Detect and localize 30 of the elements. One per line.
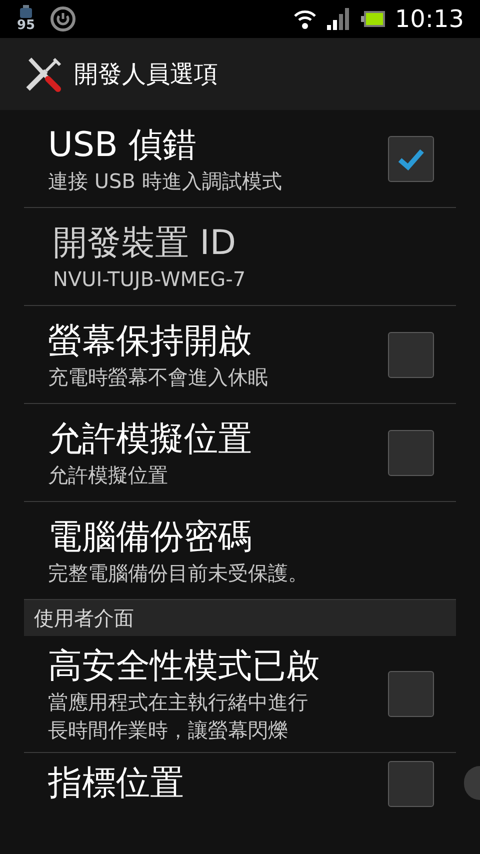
setting-summary: 當應用程式在主執行緒中進行 <box>48 689 309 716</box>
signal-icon <box>326 8 351 30</box>
checkbox[interactable] <box>388 332 434 378</box>
check-icon <box>397 146 425 170</box>
checkbox[interactable] <box>388 136 434 182</box>
setting-title[interactable]: 開發裝置 ID <box>53 220 434 264</box>
tools-icon <box>24 55 62 93</box>
setting-title[interactable]: 允許模擬位置 <box>48 416 388 460</box>
badge-count: 95 <box>16 19 36 33</box>
setting-title[interactable]: 螢幕保持開啟 <box>48 318 388 362</box>
checkbox[interactable] <box>388 671 434 717</box>
checkbox[interactable] <box>388 761 434 807</box>
setting-summary: 長時間作業時，讓螢幕閃爍 <box>48 717 289 744</box>
battery-status-icon <box>20 5 32 18</box>
power-icon <box>50 6 76 32</box>
battery-icon <box>360 11 385 27</box>
screen-title: 開發人員選項 <box>74 59 218 90</box>
section-header: 使用者介面 <box>24 600 456 636</box>
checkbox[interactable] <box>388 430 434 476</box>
wifi-icon <box>292 8 317 30</box>
setting-title[interactable]: USB 偵錯 <box>48 122 388 166</box>
setting-summary: 完整電腦備份目前未受保護。 <box>48 560 309 586</box>
setting-summary: 充電時螢幕不會進入休眠 <box>48 364 269 390</box>
setting-title[interactable]: 電腦備份密碼 <box>48 514 434 558</box>
setting-summary: 連接 USB 時進入調試模式 <box>48 168 283 194</box>
clock: 10:13 <box>394 4 464 35</box>
setting-title[interactable]: 高安全性模式已啟 <box>48 644 388 688</box>
setting-summary: 允許模擬位置 <box>48 462 169 488</box>
setting-summary: NVUI-TUJB-WMEG-7 <box>53 266 247 292</box>
setting-title[interactable]: 指標位置 <box>48 761 388 805</box>
